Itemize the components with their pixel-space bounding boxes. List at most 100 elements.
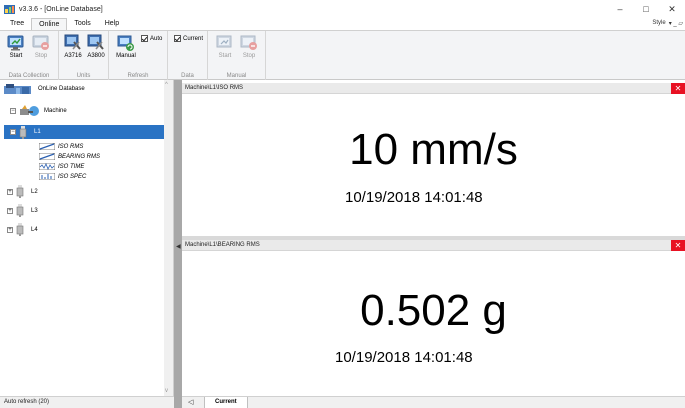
value-pane-iso-rms: Machine\L1\ISO RMS ✕ 10 mm/s 10/19/2018 … [182, 83, 685, 236]
a3716-label: A3716 [64, 53, 82, 59]
tab-tools[interactable]: Tools [67, 18, 97, 30]
pane-path: Machine\L1\ISO RMS [185, 85, 244, 91]
manual-stop-button[interactable]: Stop [238, 34, 260, 59]
tree-panel: OnLine Database − Machine − L1 ISO RMS B… [0, 80, 174, 396]
style-menu-label: Style [652, 20, 666, 26]
window-title: v3.3.6 - [OnLine Database] [19, 5, 103, 13]
stop-collection-button[interactable]: Stop [30, 34, 52, 59]
tree-leaf-bearing-rms[interactable]: BEARING RMS [38, 152, 101, 161]
manual-stop-icon [240, 34, 258, 52]
database-icon [4, 83, 32, 95]
measurement-value: 0.502 g [360, 286, 507, 335]
sensor-icon [19, 125, 27, 139]
group-label-refresh: Refresh [127, 73, 149, 79]
tree-node-l2[interactable]: + L2 [7, 185, 38, 198]
group-label-manual: Manual [226, 73, 247, 79]
tab-online[interactable]: Online [31, 18, 68, 30]
tab-tree[interactable]: Tree [3, 18, 31, 30]
manual-start-button[interactable]: Start [214, 34, 236, 59]
tree-scrollbar[interactable]: ^ v [164, 80, 173, 396]
tree-leaf-iso-spec[interactable]: ISO SPEC [38, 172, 87, 181]
stop-collection-label: Stop [34, 53, 48, 59]
pane-header: Machine\L1\ISO RMS ✕ [182, 83, 685, 94]
scroll-down-icon[interactable]: v [165, 388, 168, 394]
tree-root-label: OnLine Database [38, 86, 85, 92]
measurement-timestamp: 10/19/2018 14:01:48 [345, 189, 483, 206]
tab-current[interactable]: Current [204, 397, 248, 408]
pane-header: Machine\L1\BEARING RMS ✕ [182, 240, 685, 251]
tree-machine-label: Machine [44, 107, 67, 114]
status-text: Auto refresh (20) [4, 399, 50, 405]
sensor-icon [16, 204, 24, 217]
ribbon-tab-bar: Tree Online Tools Help [0, 18, 685, 30]
current-data-checkbox-box [174, 35, 181, 42]
collapse-arrow-icon[interactable]: ◀ [176, 243, 181, 250]
tree-node-l4[interactable]: + L4 [7, 223, 38, 236]
group-manual: Start Stop Manual [208, 31, 266, 80]
ribbon: Start Stop Data Collection A3716 A3800 U… [0, 30, 685, 80]
tree-node-l1[interactable]: − L1 [4, 125, 164, 139]
manual-refresh-label: Manual [116, 53, 136, 59]
group-label-units: Units [76, 73, 91, 79]
auto-refresh-label: Auto [150, 35, 163, 42]
start-collection-icon [7, 34, 25, 52]
close-pane-button[interactable]: ✕ [671, 240, 685, 251]
close-pane-button[interactable]: ✕ [671, 83, 685, 94]
tree-leaf-iso-time[interactable]: ISO TIME [38, 162, 85, 171]
tree-leaf-iso-rms[interactable]: ISO RMS [38, 142, 84, 151]
group-label-data-collection: Data Collection [8, 73, 50, 79]
collapse-icon[interactable]: − [10, 129, 16, 135]
style-menu-extra: ▾ _ ▱ [668, 21, 683, 27]
expand-icon[interactable]: + [7, 188, 13, 195]
tree-root-online-database[interactable]: OnLine Database [4, 83, 85, 95]
start-collection-label: Start [9, 53, 23, 59]
current-data-checkbox[interactable]: Current [174, 35, 203, 42]
tree-node-l3[interactable]: + L3 [7, 204, 38, 217]
waveform-icon [38, 162, 56, 171]
trend-chart-icon [38, 152, 56, 161]
a3800-tools-icon [87, 34, 105, 52]
tab-help[interactable]: Help [98, 18, 126, 30]
tab-scroll-left-icon[interactable]: ◁ [188, 398, 193, 406]
auto-refresh-checkbox-box [141, 35, 148, 42]
tree-leaf-label: ISO SPEC [58, 173, 87, 180]
tree-l2-label: L2 [31, 188, 38, 195]
measurement-timestamp: 10/19/2018 14:01:48 [335, 349, 473, 366]
start-collection-button[interactable]: Start [5, 34, 27, 59]
scroll-up-icon[interactable]: ^ [165, 82, 168, 88]
a3716-tools-icon [64, 34, 82, 52]
group-label-data: Data [181, 73, 194, 79]
expand-icon[interactable]: + [7, 207, 13, 214]
close-window-button[interactable]: ✕ [659, 0, 685, 18]
manual-refresh-button[interactable]: Manual [114, 34, 138, 59]
stop-collection-icon [32, 34, 50, 52]
tree-node-machine[interactable]: − Machine [10, 104, 67, 117]
manual-start-label: Start [218, 53, 232, 59]
manual-stop-label: Stop [242, 53, 256, 59]
tree-leaf-label: ISO TIME [58, 163, 85, 170]
a3716-button[interactable]: A3716 [62, 34, 84, 59]
measurement-value: 10 mm/s [349, 125, 518, 174]
minimize-button[interactable]: – [607, 0, 633, 18]
tree-l4-label: L4 [31, 226, 38, 233]
tree-leaf-label: ISO RMS [58, 143, 84, 150]
auto-refresh-checkbox[interactable]: Auto [141, 35, 162, 42]
tree-leaf-label: BEARING RMS [58, 153, 101, 160]
manual-start-icon [216, 34, 234, 52]
maximize-button[interactable]: □ [633, 0, 659, 18]
sensor-icon [16, 223, 24, 236]
collapse-icon[interactable]: − [10, 107, 16, 114]
trend-chart-icon [38, 142, 56, 151]
machine-icon [19, 104, 41, 117]
document-tab-bar: ◁ Current [182, 396, 685, 408]
expand-icon[interactable]: + [7, 226, 13, 233]
status-bar: Auto refresh (20) [0, 396, 174, 408]
tree-l1-label: L1 [34, 129, 41, 135]
panel-splitter[interactable]: ◀ [174, 80, 182, 408]
a3800-button[interactable]: A3800 [85, 34, 107, 59]
style-menu[interactable]: Style ▾ _ ▱ [652, 20, 683, 27]
current-data-label: Current [183, 35, 204, 42]
value-pane-bearing-rms: Machine\L1\BEARING RMS ✕ 0.502 g 10/19/2… [182, 240, 685, 396]
group-data-collection: Start Stop Data Collection [0, 31, 59, 80]
group-refresh: Manual Auto Refresh [109, 31, 168, 80]
